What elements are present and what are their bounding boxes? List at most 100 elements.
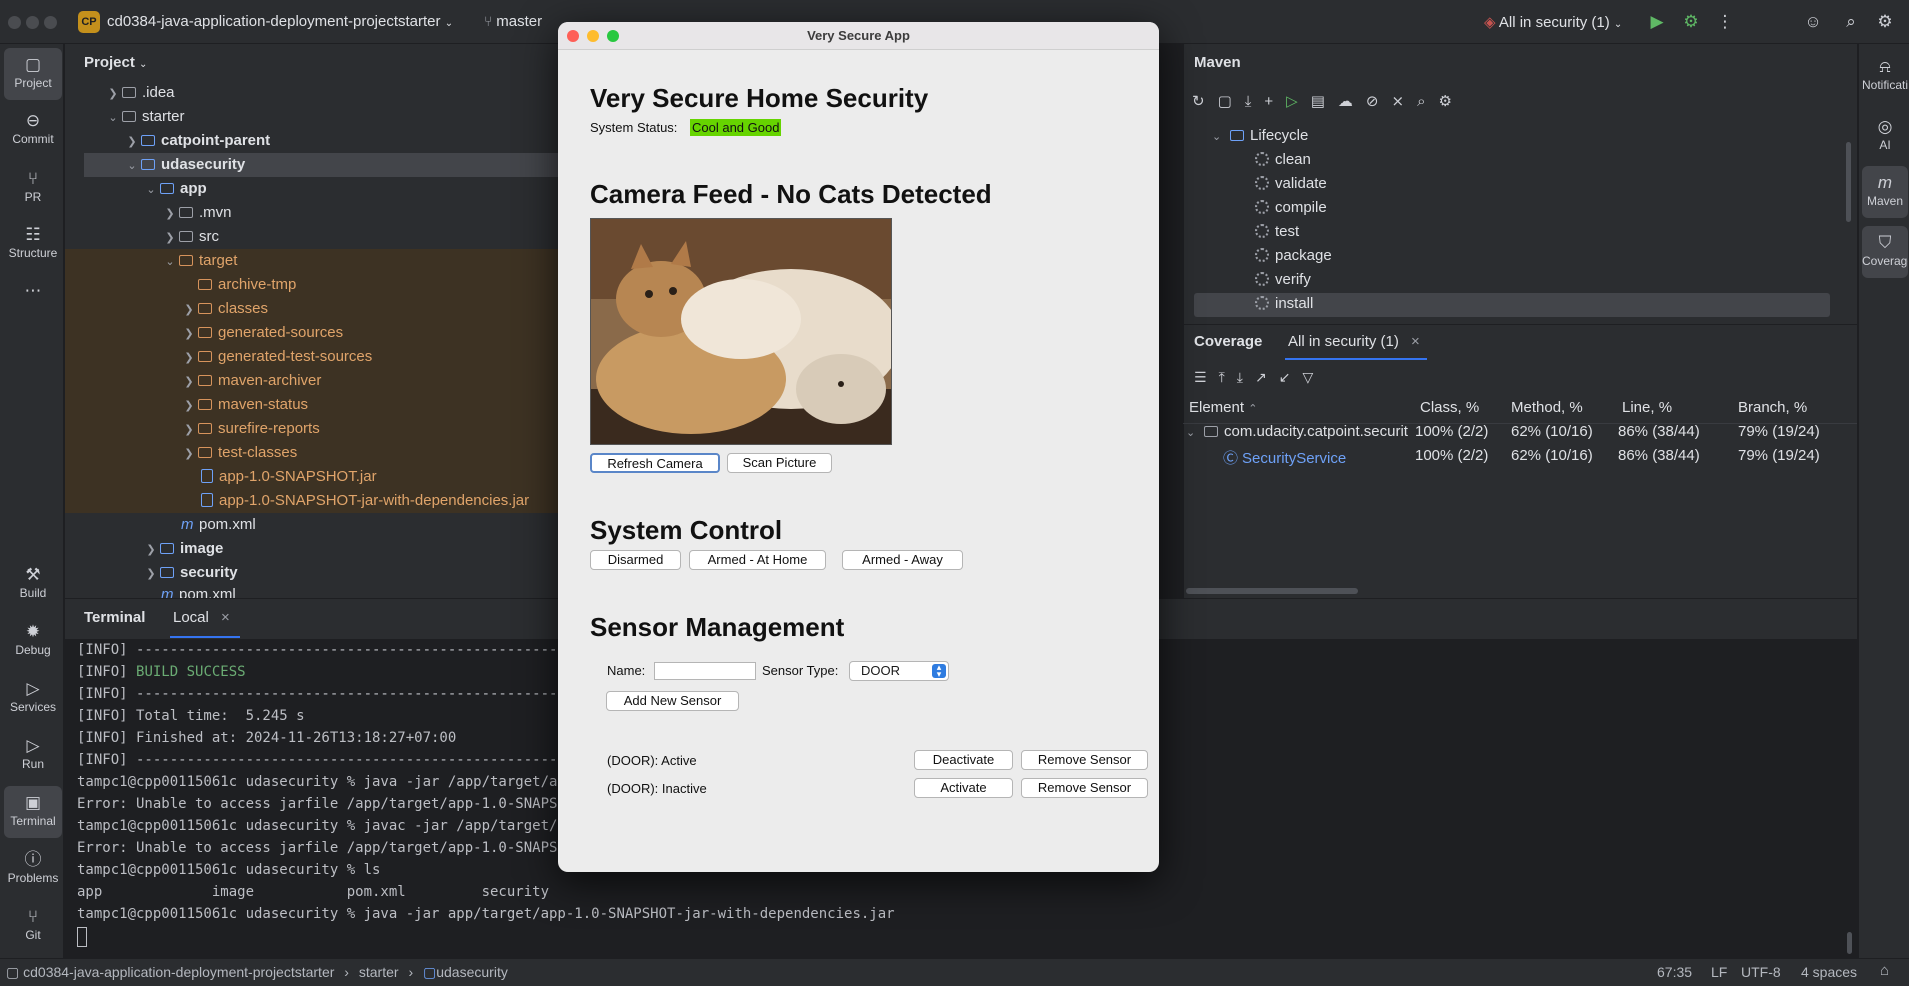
coverage-col-line[interactable]: Line, % bbox=[1622, 399, 1672, 416]
tree-item-mvn[interactable]: ❯ .mvn bbox=[161, 201, 231, 225]
toggle-icon[interactable]: ▤ bbox=[1311, 93, 1338, 110]
scan-picture-button[interactable]: Scan Picture bbox=[727, 453, 832, 473]
tool-structure[interactable]: ☷ Structure bbox=[2, 218, 64, 270]
horizontal-scrollbar[interactable] bbox=[1186, 588, 1358, 594]
analyze-icon[interactable]: ⌕ bbox=[1417, 93, 1438, 110]
more-icon[interactable]: ⋮ bbox=[1714, 11, 1736, 33]
close-icon[interactable]: × bbox=[221, 609, 230, 626]
sensor-name-input[interactable] bbox=[654, 662, 756, 680]
tool-pr[interactable]: ⑂ PR bbox=[2, 162, 64, 214]
armed-away-button[interactable]: Armed - Away bbox=[842, 550, 963, 570]
remove-sensor-button[interactable]: Remove Sensor bbox=[1021, 778, 1148, 798]
app-close-button[interactable] bbox=[567, 30, 579, 42]
search-icon[interactable]: ⌕ bbox=[1840, 11, 1862, 33]
plus-icon[interactable]: + bbox=[1264, 93, 1286, 110]
maven-goal-validate[interactable]: validate bbox=[1255, 172, 1327, 196]
remove-sensor-button[interactable]: Remove Sensor bbox=[1021, 750, 1148, 770]
deactivate-sensor-button[interactable]: Deactivate bbox=[914, 750, 1013, 770]
vertical-scrollbar[interactable] bbox=[1846, 142, 1851, 222]
run-icon[interactable]: ▶ bbox=[1646, 11, 1668, 33]
tree-item-app[interactable]: ⌄ app bbox=[142, 177, 206, 201]
lock-icon[interactable]: ⌂ bbox=[1880, 962, 1889, 979]
project-selector[interactable]: cd0384-java-application-deployment-proje… bbox=[107, 13, 453, 30]
expand-icon[interactable]: ↗ bbox=[1255, 369, 1279, 385]
window-minimize-button[interactable] bbox=[26, 16, 39, 29]
maven-goal-install[interactable]: install bbox=[1255, 292, 1313, 316]
tool-coverage[interactable]: ⛉ Coverage bbox=[1862, 226, 1908, 278]
coverage-col-branch[interactable]: Branch, % bbox=[1738, 399, 1807, 416]
caret-position[interactable]: 67:35 bbox=[1657, 964, 1692, 980]
terminal-tab-local[interactable]: Local × bbox=[173, 609, 230, 626]
tool-terminal[interactable]: ▣ Terminal bbox=[4, 786, 62, 838]
collapse-icon[interactable]: ↙ bbox=[1279, 369, 1303, 385]
tool-notifications[interactable]: ⍾ Notifications bbox=[1862, 50, 1908, 102]
window-zoom-button[interactable] bbox=[44, 16, 57, 29]
reload-icon[interactable]: ↻ bbox=[1192, 93, 1218, 110]
tool-project[interactable]: ▢ Project bbox=[4, 48, 62, 100]
window-close-button[interactable] bbox=[8, 16, 21, 29]
tree-item-src[interactable]: ❯ src bbox=[161, 225, 219, 249]
app-minimize-button[interactable] bbox=[587, 30, 599, 42]
disarmed-button[interactable]: Disarmed bbox=[590, 550, 681, 570]
tool-services[interactable]: ▷ Services bbox=[2, 672, 64, 724]
branch-selector[interactable]: ⑂ master bbox=[484, 13, 542, 30]
maven-goal-test[interactable]: test bbox=[1255, 220, 1299, 244]
export-down-icon[interactable]: ⤓ bbox=[1237, 369, 1255, 385]
tool-run[interactable]: ▷ Run bbox=[2, 729, 64, 781]
run-icon[interactable]: ▷ bbox=[1286, 93, 1311, 110]
run-config-selector[interactable]: ◈ All in security (1) ⌄ bbox=[1484, 13, 1622, 31]
indent-setting[interactable]: 4 spaces bbox=[1801, 964, 1857, 980]
tree-item-catpoint-parent[interactable]: ❯ catpoint-parent bbox=[123, 129, 270, 153]
maven-goal-package[interactable]: package bbox=[1255, 244, 1332, 268]
breadcrumb-item[interactable]: cd0384-java-application-deployment-proje… bbox=[23, 964, 334, 980]
tool-build[interactable]: ⚒ Build bbox=[2, 558, 64, 610]
activate-sensor-button[interactable]: Activate bbox=[914, 778, 1013, 798]
line-separator[interactable]: LF bbox=[1711, 964, 1727, 980]
tree-item-image[interactable]: ❯ image bbox=[142, 537, 223, 561]
tool-problems[interactable]: ⓘ Problems bbox=[2, 843, 64, 895]
coverage-col-method[interactable]: Method, % bbox=[1511, 399, 1583, 416]
tool-git[interactable]: ⑂ Git bbox=[2, 900, 64, 952]
add-sensor-button[interactable]: Add New Sensor bbox=[606, 691, 739, 711]
sensor-type-select[interactable]: DOOR ▴ ▾ bbox=[849, 661, 949, 681]
tree-item-starter[interactable]: ⌄ starter bbox=[104, 105, 184, 129]
breadcrumb-item[interactable]: starter bbox=[359, 964, 399, 980]
refresh-camera-button[interactable]: Refresh Camera bbox=[590, 453, 720, 473]
settings-icon[interactable]: ⚙ bbox=[1438, 93, 1464, 110]
armed-home-button[interactable]: Armed - At Home bbox=[689, 550, 826, 570]
tree-item-pom-root[interactable]: m pom.xml bbox=[161, 585, 236, 598]
offline-icon[interactable]: ☁ bbox=[1338, 93, 1366, 110]
folder-icon[interactable]: ▢ bbox=[1218, 93, 1245, 110]
collapse-icon[interactable]: ⨯ bbox=[1391, 93, 1417, 110]
tree-item-security[interactable]: ❯ security bbox=[142, 561, 237, 585]
app-zoom-button[interactable] bbox=[607, 30, 619, 42]
tree-item-pom-app[interactable]: m pom.xml bbox=[181, 513, 256, 537]
maven-goal-compile[interactable]: compile bbox=[1255, 196, 1327, 220]
settings-icon[interactable]: ⚙ bbox=[1874, 11, 1896, 33]
tool-more[interactable]: ⋯ bbox=[2, 274, 64, 304]
breadcrumb-item[interactable]: udasecurity bbox=[436, 964, 508, 980]
tool-maven[interactable]: m Maven bbox=[1862, 166, 1908, 218]
download-icon[interactable]: ⤓ bbox=[1245, 93, 1265, 110]
coverage-col-class[interactable]: Class, % bbox=[1420, 399, 1479, 416]
flatten-icon[interactable]: ☰ bbox=[1194, 369, 1219, 385]
terminal-cursor[interactable] bbox=[77, 927, 87, 947]
maven-lifecycle[interactable]: ⌄ Lifecycle bbox=[1212, 124, 1308, 148]
maven-goal-verify[interactable]: verify bbox=[1255, 268, 1311, 292]
close-icon[interactable]: × bbox=[1411, 333, 1420, 350]
terminal-scrollbar[interactable] bbox=[1847, 932, 1852, 954]
filter-icon[interactable]: ▽ bbox=[1302, 369, 1325, 385]
add-user-icon[interactable]: ☺ bbox=[1802, 11, 1824, 33]
file-encoding[interactable]: UTF-8 bbox=[1741, 964, 1781, 980]
tool-commit[interactable]: ⊖ Commit bbox=[2, 104, 64, 156]
tool-debug[interactable]: ✹ Debug bbox=[2, 615, 64, 667]
debug-icon[interactable]: ⚙ bbox=[1680, 11, 1702, 33]
export-up-icon[interactable]: ⤒ bbox=[1219, 369, 1237, 385]
maven-goal-clean[interactable]: clean bbox=[1255, 148, 1311, 172]
project-panel-header[interactable]: Project ⌄ bbox=[84, 54, 147, 71]
tree-item-idea[interactable]: ❯ .idea bbox=[104, 81, 174, 105]
skip-tests-icon[interactable]: ⊘ bbox=[1366, 93, 1392, 110]
tool-ai[interactable]: ◎ AI bbox=[1862, 110, 1908, 162]
coverage-run-tab[interactable]: All in security (1) × bbox=[1288, 333, 1420, 350]
coverage-col-element[interactable]: Element ⌃ bbox=[1189, 399, 1257, 416]
